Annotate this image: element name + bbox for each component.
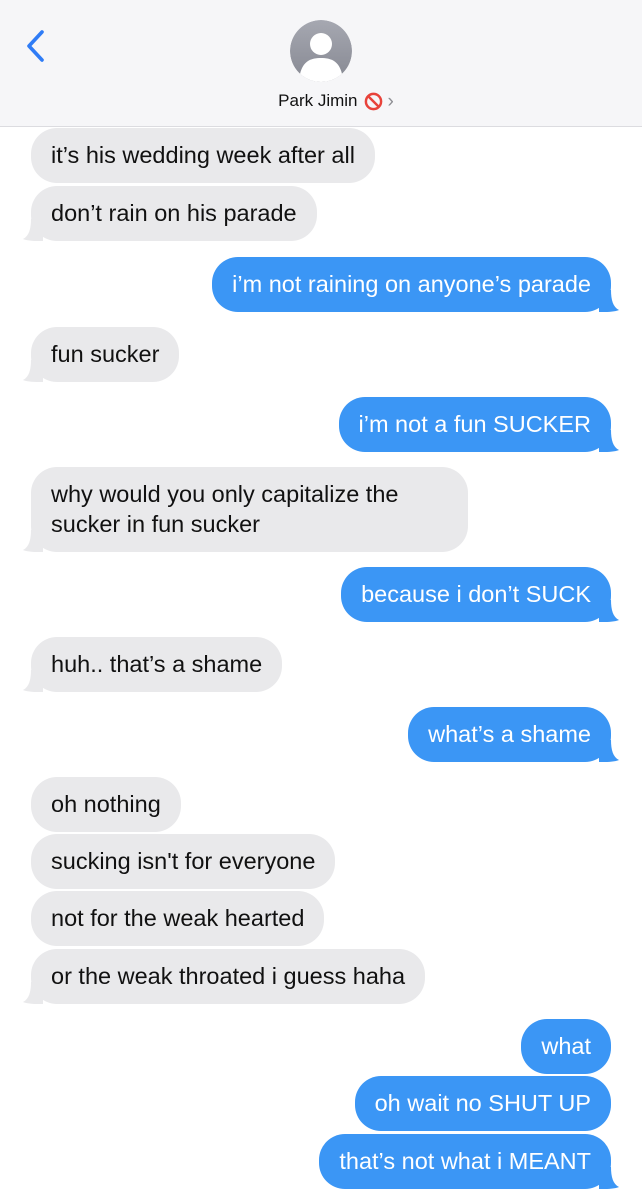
message-text: because i don’t SUCK	[361, 581, 591, 607]
contact-name: Park Jimin	[278, 91, 358, 110]
bubble-tail	[599, 430, 619, 452]
bubble-tail	[599, 600, 619, 622]
prohibited-icon	[364, 92, 382, 110]
outgoing-message: what’s a shame	[408, 707, 619, 762]
message-text: i’m not a fun SUCKER	[358, 411, 591, 437]
message-thread: it’s his wedding week after all don’t ra…	[0, 128, 642, 1200]
message-text: i’m not raining on anyone’s parade	[232, 271, 591, 297]
contact-avatar[interactable]	[290, 20, 352, 82]
incoming-message: don’t rain on his parade	[23, 186, 317, 241]
person-silhouette-icon	[290, 20, 352, 82]
bubble-tail	[23, 360, 43, 382]
incoming-message: fun sucker	[23, 327, 180, 382]
incoming-message: or the weak throated i guess haha	[23, 949, 426, 1004]
message-text: what’s a shame	[428, 721, 591, 747]
bubble-tail	[23, 530, 43, 552]
bubble-tail	[599, 740, 619, 762]
message-text: not for the weak hearted	[51, 905, 305, 931]
bubble-tail	[23, 670, 43, 692]
incoming-message: why would you only capitalize the sucker…	[23, 467, 468, 552]
message-text: it’s his wedding week after all	[51, 142, 355, 168]
message-text: or the weak throated i guess haha	[51, 963, 406, 989]
message-text: oh wait no SHUT UP	[374, 1090, 591, 1116]
message-text: don’t rain on his parade	[51, 200, 297, 226]
message-text: sucking isn't for everyone	[51, 848, 316, 874]
bubble-tail	[23, 219, 43, 241]
bubble-tail	[23, 982, 43, 1004]
outgoing-message: because i don’t SUCK	[341, 567, 619, 622]
outgoing-message: oh wait no SHUT UP	[354, 1076, 611, 1131]
back-button[interactable]	[22, 28, 52, 64]
incoming-message: huh.. that’s a shame	[23, 637, 283, 692]
outgoing-message: what	[521, 1019, 611, 1074]
message-text: oh nothing	[51, 791, 161, 817]
contact-details-button[interactable]: Park Jimin ›	[0, 88, 642, 114]
incoming-message: not for the weak hearted	[31, 891, 325, 946]
chevron-right-icon: ›	[387, 90, 394, 112]
outgoing-message: i’m not raining on anyone’s parade	[212, 257, 619, 312]
incoming-message: sucking isn't for everyone	[31, 834, 336, 889]
outgoing-message: that’s not what i MEANT	[319, 1134, 619, 1189]
conversation-header: Park Jimin ›	[0, 0, 642, 127]
bubble-tail	[599, 290, 619, 312]
chevron-left-icon	[27, 30, 44, 62]
outgoing-message: i’m not a fun SUCKER	[338, 397, 619, 452]
message-text: fun sucker	[51, 341, 160, 367]
bubble-tail	[599, 1167, 619, 1189]
message-text: that’s not what i MEANT	[339, 1148, 591, 1174]
message-text: huh.. that’s a shame	[51, 651, 263, 677]
incoming-message: oh nothing	[31, 777, 181, 832]
message-text: why would you only capitalize the sucker…	[51, 481, 399, 537]
message-text: what	[541, 1033, 591, 1059]
incoming-message: it’s his wedding week after all	[31, 128, 375, 183]
